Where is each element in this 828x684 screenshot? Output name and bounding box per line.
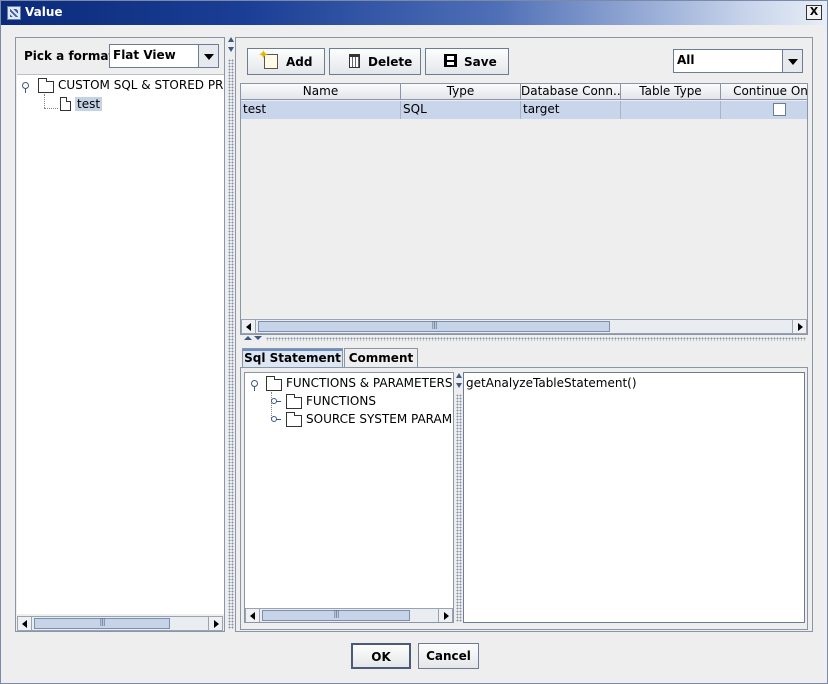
scroll-thumb[interactable]: [258, 321, 610, 332]
sql-statement-tab-panel: FUNCTIONS & PARAMETERS FUNCTIONS SOURCE …: [240, 367, 808, 630]
cell-name[interactable]: test: [241, 101, 401, 119]
tree-root-functions-parameters[interactable]: FUNCTIONS & PARAMETERS: [286, 376, 452, 390]
folder-icon: [286, 394, 302, 409]
folder-icon: [38, 78, 54, 93]
format-tree: CUSTOM SQL & STORED PROC test: [17, 74, 224, 614]
scroll-left-icon[interactable]: [242, 320, 256, 333]
tab-comment[interactable]: Comment: [344, 348, 418, 368]
scroll-right-icon[interactable]: [208, 617, 222, 630]
filter-select-value: All: [677, 53, 695, 67]
collapse-left-icon[interactable]: [456, 373, 462, 378]
statements-panel: Add Delete Save All Name Type Database C…: [235, 37, 813, 632]
tree-item-functions[interactable]: FUNCTIONS: [306, 394, 376, 408]
pick-format-label: Pick a format: [24, 49, 115, 63]
cell-continue-on[interactable]: [721, 101, 807, 119]
collapse-up-icon[interactable]: [244, 336, 252, 340]
column-header-name[interactable]: Name: [241, 84, 401, 100]
functions-tree: FUNCTIONS & PARAMETERS FUNCTIONS SOURCE …: [244, 372, 454, 623]
column-header-continue-on[interactable]: Continue On: [721, 84, 807, 100]
tree-expand-icon[interactable]: [271, 398, 281, 404]
tab-sql-statement[interactable]: Sql Statement: [242, 348, 343, 368]
chevron-down-icon[interactable]: [198, 45, 218, 67]
floppy-disk-icon: [444, 54, 457, 67]
format-panel: Pick a format Flat View CUSTOM SQL & STO…: [15, 37, 225, 632]
format-select-value: Flat View: [113, 48, 176, 62]
cell-type[interactable]: SQL: [401, 101, 521, 119]
table-header: Name Type Database Conn... Table Type Co…: [241, 84, 807, 100]
split-divider[interactable]: [227, 33, 235, 633]
continue-on-checkbox[interactable]: [773, 103, 786, 116]
expand-right-icon[interactable]: [228, 47, 234, 52]
save-button[interactable]: Save: [425, 48, 509, 75]
column-header-database-connection[interactable]: Database Conn...: [521, 84, 621, 100]
tree-connector: [44, 94, 45, 108]
format-select[interactable]: Flat View: [109, 44, 219, 68]
save-button-label: Save: [464, 55, 497, 69]
expand-right-icon[interactable]: [456, 383, 462, 388]
statements-table: Name Type Database Conn... Table Type Co…: [240, 83, 808, 335]
close-button[interactable]: X: [806, 5, 822, 20]
scroll-right-icon[interactable]: [438, 609, 452, 622]
scroll-right-icon[interactable]: [792, 320, 806, 333]
folder-icon: [286, 412, 302, 427]
tree-item-test[interactable]: test: [75, 97, 103, 111]
document-icon: [60, 97, 71, 111]
ok-button[interactable]: OK: [351, 643, 411, 669]
scroll-left-icon[interactable]: [18, 617, 32, 630]
sql-statement-text: getAnalyzeTableStatement(): [466, 376, 637, 390]
left-horizontal-scrollbar[interactable]: [17, 616, 223, 631]
tree-connector: [44, 108, 58, 109]
collapse-left-icon[interactable]: [228, 37, 234, 42]
divider-grip[interactable]: [228, 59, 234, 629]
tree-root-label[interactable]: CUSTOM SQL & STORED PROC: [58, 78, 224, 92]
column-header-type[interactable]: Type: [401, 84, 521, 100]
app-icon: [7, 6, 21, 20]
divider-grip[interactable]: [456, 394, 462, 622]
trash-icon: [349, 54, 360, 68]
add-icon: [258, 48, 278, 69]
delete-button-label: Delete: [368, 55, 413, 69]
chevron-down-icon[interactable]: [782, 50, 802, 72]
window-title: Value: [25, 5, 63, 19]
add-button[interactable]: Add: [247, 48, 325, 75]
filter-select[interactable]: All: [673, 49, 803, 73]
scroll-thumb[interactable]: [262, 610, 410, 621]
title-bar[interactable]: Value X: [1, 1, 827, 25]
tree-expand-icon[interactable]: [22, 82, 32, 93]
splitter-grip[interactable]: [266, 337, 806, 341]
tree-item-source-system-parameters[interactable]: SOURCE SYSTEM PARAM: [306, 412, 452, 426]
delete-button[interactable]: Delete: [329, 48, 421, 75]
expand-down-icon[interactable]: [254, 336, 262, 340]
column-header-table-type[interactable]: Table Type: [621, 84, 721, 100]
functions-tree-horizontal-scrollbar[interactable]: [245, 608, 453, 622]
table-editor-splitter[interactable]: [240, 335, 808, 343]
cancel-button[interactable]: Cancel: [418, 643, 479, 669]
table-row[interactable]: test SQL target: [241, 101, 807, 119]
add-button-label: Add: [286, 55, 313, 69]
scroll-left-icon[interactable]: [246, 609, 260, 622]
table-horizontal-scrollbar[interactable]: [241, 319, 807, 334]
cell-table-type[interactable]: [621, 101, 721, 119]
cell-database-connection[interactable]: target: [521, 101, 621, 119]
editor-divider[interactable]: [455, 370, 463, 625]
sql-statement-editor[interactable]: getAnalyzeTableStatement(): [463, 372, 805, 623]
scroll-thumb[interactable]: [34, 618, 170, 629]
folder-icon: [266, 376, 282, 391]
tree-expand-icon[interactable]: [271, 416, 281, 422]
tree-expand-icon[interactable]: [251, 380, 261, 391]
value-dialog: Value X Pick a format Flat View CUSTOM S…: [0, 0, 828, 684]
